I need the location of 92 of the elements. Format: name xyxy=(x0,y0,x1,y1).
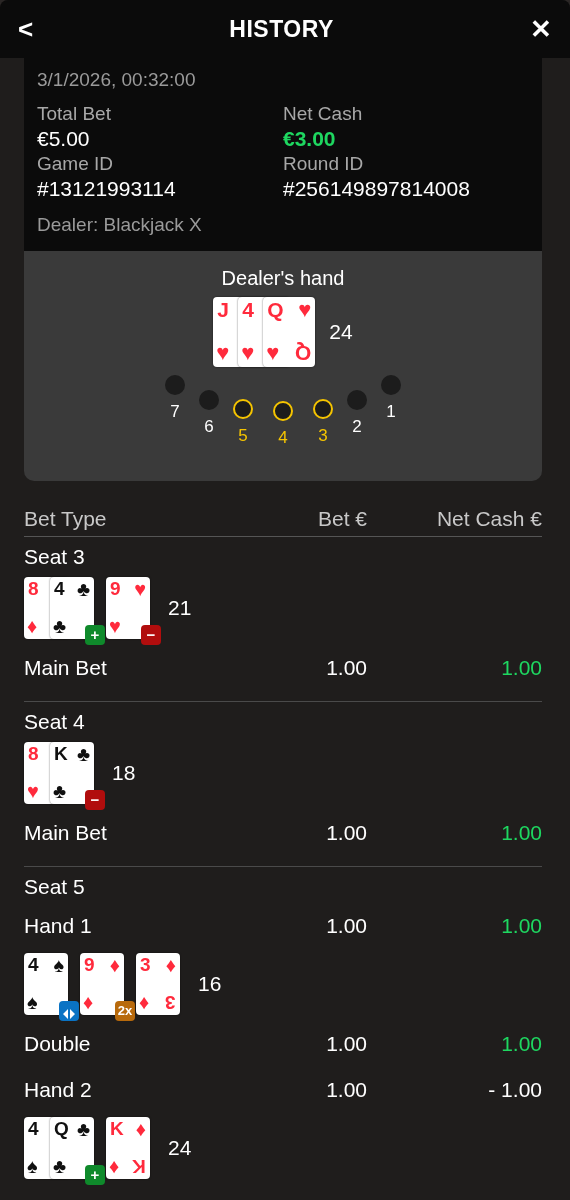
seat-number: 7 xyxy=(170,401,180,424)
seat-number: 3 xyxy=(318,425,328,448)
card-suit: ♦ xyxy=(135,1119,146,1140)
field-value: #13121993114 xyxy=(37,176,177,203)
card-rank: K xyxy=(132,1157,146,1177)
card-suit: ♦ xyxy=(139,992,150,1013)
card-suit: ♦ xyxy=(83,992,94,1013)
card-rank: Q xyxy=(54,1119,69,1139)
field-value: #256149897814008 xyxy=(283,176,471,203)
card-suit: ♣ xyxy=(53,616,67,637)
card-suit: ♣ xyxy=(53,1156,67,1177)
hand-total: 24 xyxy=(168,1135,192,1162)
bet-type: Double xyxy=(24,1031,92,1058)
card-rank: Q xyxy=(267,299,284,321)
field-label: Game ID xyxy=(37,152,115,176)
card-rank: Q xyxy=(294,343,312,365)
card-suit: ♦ xyxy=(165,955,176,976)
double-badge: 2x xyxy=(115,1001,135,1022)
field-value: €5.00 xyxy=(37,126,91,153)
card-suit: ♣ xyxy=(76,1119,90,1140)
card-rank: 9 xyxy=(110,579,121,599)
hand-total: 21 xyxy=(168,595,192,622)
field-value: €3.00 xyxy=(283,126,337,153)
bet-type: Hand 1 xyxy=(24,913,93,940)
seat-title: Seat 5 xyxy=(24,874,86,901)
bet-type: Main Bet xyxy=(24,820,108,847)
card-suit: ♦ xyxy=(27,616,38,637)
card-rank: 8 xyxy=(28,579,39,599)
card-rank: K xyxy=(110,1119,124,1139)
net-cash: 1.00 xyxy=(500,820,542,847)
field-label: Total Bet xyxy=(37,102,112,126)
window-title: HISTORY xyxy=(229,14,334,44)
card-rank: J xyxy=(217,299,229,321)
seat-number: 4 xyxy=(278,427,288,450)
card-rank: 4 xyxy=(28,1119,39,1139)
card-suit: ♦ xyxy=(109,955,120,976)
bet-type: Hand 2 xyxy=(24,1077,93,1104)
card-suit: ♥ xyxy=(109,616,121,637)
card-suit: ♥ xyxy=(216,342,230,365)
plus-badge: + xyxy=(85,625,105,646)
dealer-name: Dealer: Blackjack X xyxy=(37,212,203,237)
card-rank: 8 xyxy=(28,744,39,764)
card-suit: ♣ xyxy=(76,744,90,765)
net-cash: 1.00 xyxy=(500,1031,542,1058)
card-rank: 4 xyxy=(28,955,39,975)
plus-badge: + xyxy=(85,1165,105,1186)
minus-badge: − xyxy=(85,790,105,811)
bet-amount: 1.00 xyxy=(325,913,367,940)
card-suit: ♥ xyxy=(298,299,312,322)
close-button[interactable]: ✕ xyxy=(526,16,556,42)
bet-amount: 1.00 xyxy=(325,820,367,847)
card-suit: ♠ xyxy=(53,955,64,976)
card-suit: ♥ xyxy=(266,342,280,365)
column-header: Net Cash € xyxy=(435,505,542,532)
card-rank: 3 xyxy=(140,955,151,975)
card-suit: ♠ xyxy=(27,1156,38,1177)
bet-type: Main Bet xyxy=(24,655,108,682)
card-suit: ♣ xyxy=(53,781,67,802)
card-suit: ♠ xyxy=(27,992,38,1013)
bet-amount: 1.00 xyxy=(325,1077,367,1104)
column-header: Bet Type xyxy=(24,505,108,532)
seat-number: 5 xyxy=(238,425,248,448)
field-label: Net Cash xyxy=(283,102,364,126)
back-button[interactable]: < xyxy=(14,16,38,42)
net-cash: 1.00 xyxy=(500,655,542,682)
card-rank: 3 xyxy=(165,993,176,1013)
seat-number: 1 xyxy=(386,401,396,424)
seat-title: Seat 4 xyxy=(24,709,86,736)
net-cash: 1.00 xyxy=(500,913,542,940)
net-cash: - 1.00 xyxy=(487,1077,542,1104)
date-time: 3/1/2026, 00:32:00 xyxy=(37,68,197,92)
hand-total: 18 xyxy=(112,760,136,787)
card-rank: 9 xyxy=(84,955,95,975)
section-title: Dealer's hand xyxy=(220,266,346,292)
seat-number: 2 xyxy=(352,416,362,439)
field-label: Round ID xyxy=(283,152,365,176)
card-suit: ♥ xyxy=(134,579,146,600)
bet-amount: 1.00 xyxy=(325,655,367,682)
card-rank: K xyxy=(54,744,68,764)
minus-badge: − xyxy=(141,625,161,646)
column-header: Bet € xyxy=(316,505,367,532)
card-suit: ♦ xyxy=(109,1156,120,1177)
card-rank: 4 xyxy=(54,579,65,599)
card-suit: ♣ xyxy=(76,579,90,600)
seat-title: Seat 3 xyxy=(24,544,86,571)
hand-total: 16 xyxy=(198,971,222,998)
card-suit: ♥ xyxy=(241,342,255,365)
bet-amount: 1.00 xyxy=(325,1031,367,1058)
seat-number: 6 xyxy=(204,416,214,439)
card-suit: ♥ xyxy=(27,781,39,802)
card-rank: 4 xyxy=(242,299,254,321)
hand-total: 24 xyxy=(329,319,353,346)
